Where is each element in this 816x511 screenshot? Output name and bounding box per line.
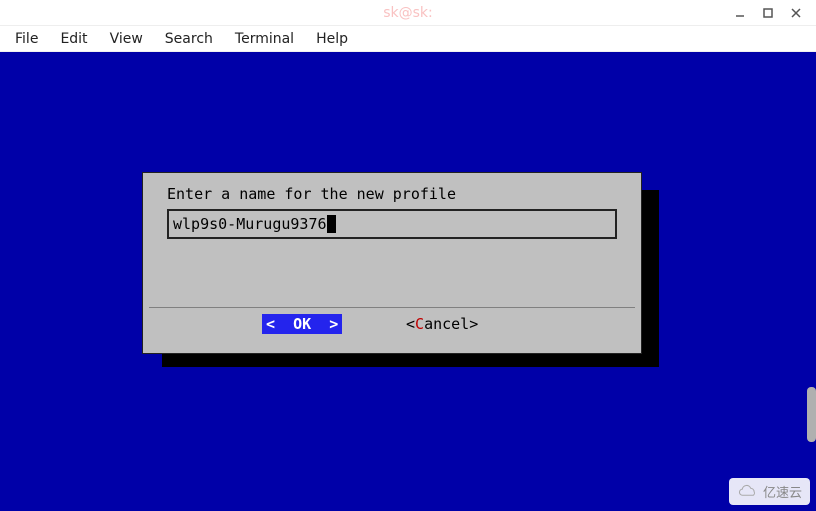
titlebar: sk@sk: [0,0,816,26]
close-button[interactable] [782,3,810,23]
dialog-prompt: Enter a name for the new profile [167,185,456,203]
dialog-separator [149,307,635,308]
terminal-area: Enter a name for the new profile wlp9s0-… [0,52,816,511]
menu-edit[interactable]: Edit [51,28,96,50]
menu-help[interactable]: Help [307,28,357,50]
text-cursor [327,215,336,233]
dialog: Enter a name for the new profile wlp9s0-… [142,172,642,354]
menu-terminal[interactable]: Terminal [226,28,303,50]
profile-name-value: wlp9s0-Murugu9376 [173,215,327,233]
ok-button[interactable]: < OK > [262,314,342,334]
watermark: 亿速云 [729,478,810,505]
watermark-text: 亿速云 [763,482,802,501]
window-controls [726,0,810,25]
maximize-button[interactable] [754,3,782,23]
menu-file[interactable]: File [6,28,47,50]
menubar: File Edit View Search Terminal Help [0,26,816,52]
menu-search[interactable]: Search [156,28,222,50]
dialog-buttons: < OK > <Cancel> [149,311,635,337]
scrollbar[interactable] [806,52,816,511]
profile-name-input[interactable]: wlp9s0-Murugu9376 [167,209,617,239]
scrollbar-thumb[interactable] [807,387,816,442]
cancel-button[interactable]: <Cancel> [406,315,478,333]
window-title: sk@sk: [383,5,433,21]
menu-view[interactable]: View [101,28,152,50]
minimize-button[interactable] [726,3,754,23]
cloud-icon [737,483,759,501]
